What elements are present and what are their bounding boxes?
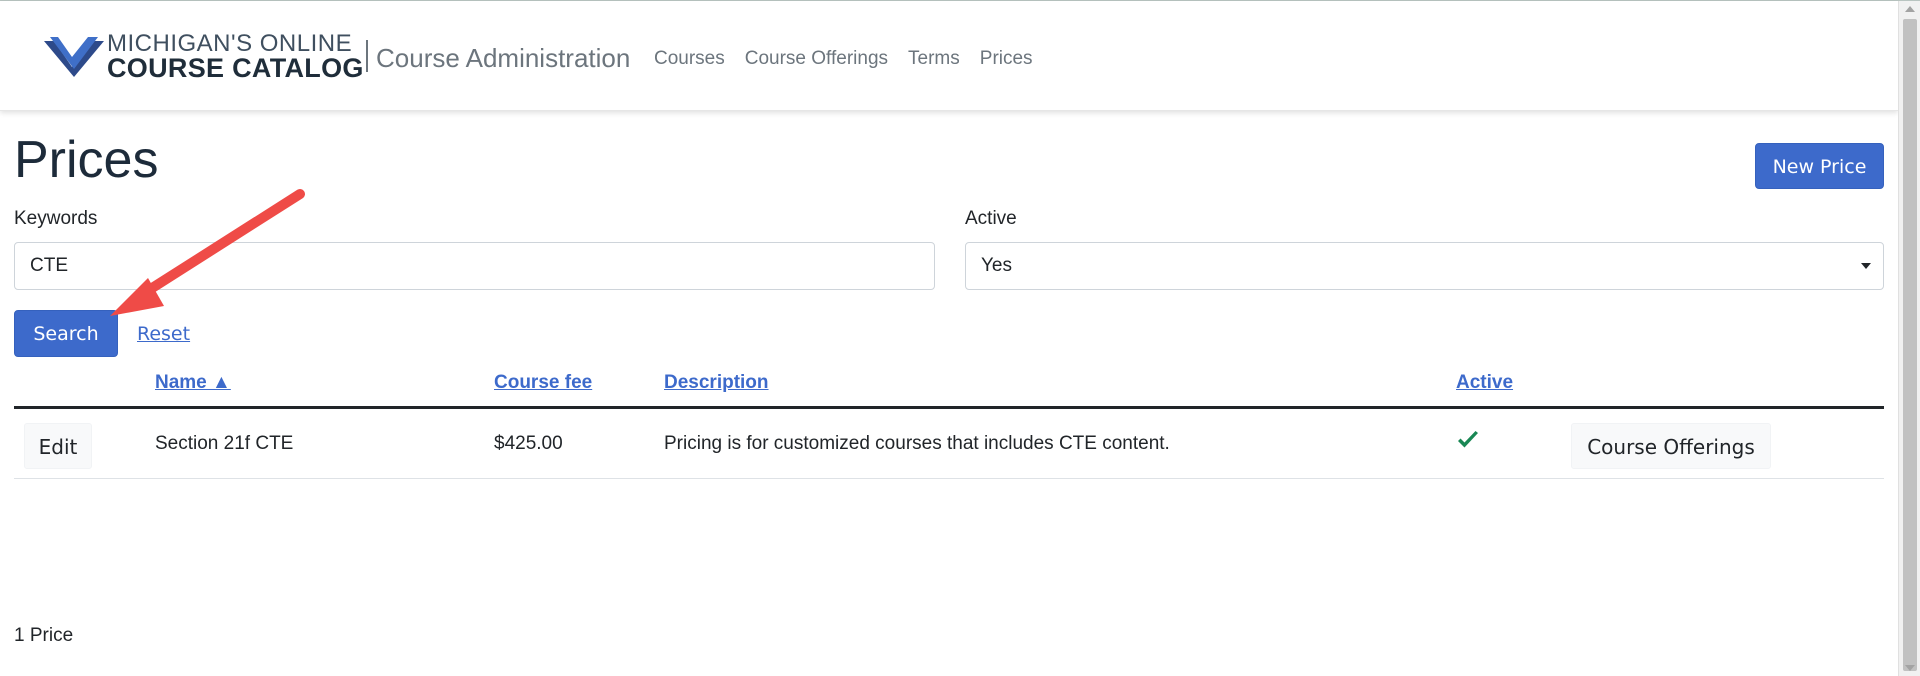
scroll-down-arrow-icon[interactable] (1905, 665, 1915, 671)
nav-prices[interactable]: Prices (980, 45, 1033, 73)
brand-logo[interactable]: MICHIGAN'S ONLINE COURSE CATALOG (44, 31, 364, 83)
active-select[interactable]: Yes (965, 242, 1884, 290)
keywords-input-value: CTE (30, 255, 68, 276)
chevron-down-icon (1861, 263, 1871, 269)
keywords-input[interactable]: CTE (14, 242, 935, 290)
new-price-button[interactable]: New Price (1755, 143, 1884, 189)
app-title[interactable]: Course Administration (376, 41, 630, 75)
brand-divider (366, 40, 368, 72)
checkmark-icon (1458, 431, 1478, 448)
nav-terms[interactable]: Terms (908, 45, 960, 73)
active-label: Active (965, 208, 1017, 229)
column-header-description[interactable]: Description (664, 370, 769, 396)
course-offerings-button[interactable]: Course Offerings (1571, 423, 1771, 469)
chevron-logo-icon (44, 37, 104, 77)
cell-course-fee: $425.00 (494, 433, 563, 454)
reset-link[interactable]: Reset (137, 321, 190, 347)
keywords-label: Keywords (14, 208, 98, 229)
scroll-thumb[interactable] (1903, 19, 1917, 671)
column-header-active[interactable]: Active (1456, 370, 1513, 396)
nav-courses[interactable]: Courses (654, 45, 725, 73)
navbar: MICHIGAN'S ONLINE COURSE CATALOG Course … (0, 1, 1898, 111)
column-header-name[interactable]: Name ▲ (155, 370, 231, 396)
cell-description: Pricing is for customized courses that i… (664, 433, 1170, 454)
active-select-value: Yes (981, 255, 1012, 276)
edit-button[interactable]: Edit (24, 423, 92, 469)
result-count: 1 Price (14, 625, 74, 646)
brand-line2: COURSE CATALOG (107, 53, 364, 83)
page-title: Prices (14, 131, 159, 189)
search-button[interactable]: Search (14, 310, 118, 357)
table-row: Edit Section 21f CTE $425.00 Pricing is … (14, 409, 1884, 479)
cell-name: Section 21f CTE (155, 433, 294, 454)
scroll-up-arrow-icon[interactable] (1905, 6, 1915, 12)
column-header-course-fee[interactable]: Course fee (494, 370, 592, 396)
main-nav: Courses Course Offerings Terms Prices (654, 45, 1053, 73)
nav-course-offerings[interactable]: Course Offerings (745, 45, 888, 73)
vertical-scrollbar[interactable] (1898, 1, 1920, 676)
